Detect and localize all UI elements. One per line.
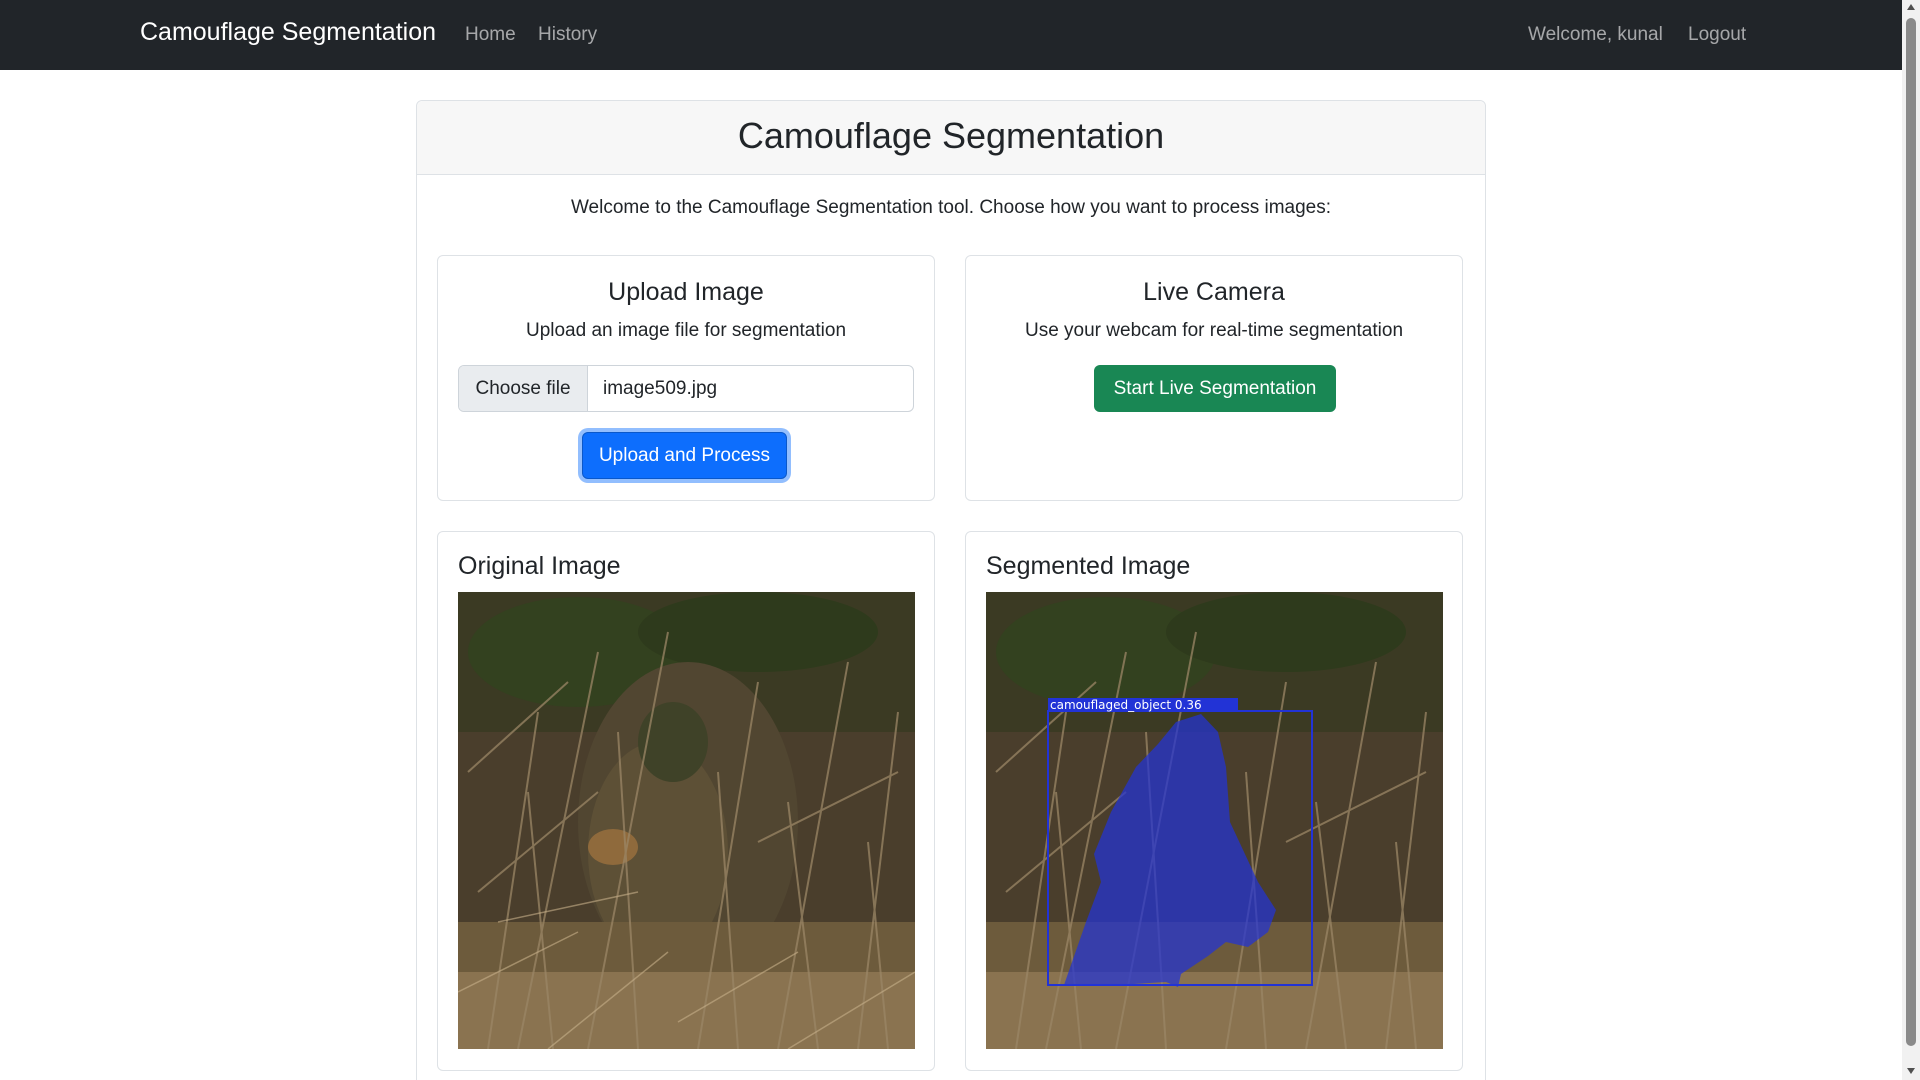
scrollbar-thumb[interactable] <box>1906 18 1916 1046</box>
navbar: Camouflage Segmentation Home History Wel… <box>0 0 1902 70</box>
choose-file-button[interactable]: Choose file <box>459 366 588 411</box>
logout-link[interactable]: Logout <box>1688 24 1746 46</box>
scroll-up-arrow-icon[interactable] <box>1907 4 1915 10</box>
original-image <box>458 592 915 1049</box>
intro-text: Welcome to the Camouflage Segmentation t… <box>570 197 1332 218</box>
original-image-title: Original Image <box>458 552 621 580</box>
upload-card-title: Upload Image <box>608 278 764 306</box>
original-image-card: Original Image <box>437 531 935 1071</box>
navbar-brand[interactable]: Camouflage Segmentation <box>140 18 436 47</box>
nav-link-history[interactable]: History <box>538 24 597 46</box>
live-camera-card: Live Camera Use your webcam for real-tim… <box>965 255 1463 501</box>
start-live-segmentation-button[interactable]: Start Live Segmentation <box>1094 365 1336 412</box>
main-card: Camouflage Segmentation Welcome to the C… <box>416 100 1486 1080</box>
detection-label: camouflaged_object 0.36 <box>1050 698 1202 712</box>
nav-link-home[interactable]: Home <box>465 24 516 46</box>
scroll-down-arrow-icon[interactable] <box>1907 1068 1915 1074</box>
live-card-description: Use your webcam for real-time segmentati… <box>1024 320 1404 341</box>
segmented-image: camouflaged_object 0.36 <box>986 592 1443 1049</box>
main-card-header: Camouflage Segmentation <box>417 101 1485 175</box>
segmented-image-card: Segmented Image camouflaged_object 0.36 <box>965 531 1463 1071</box>
upload-card-description: Upload an image file for segmentation <box>525 320 847 341</box>
welcome-text: Welcome, kunal <box>1528 24 1663 45</box>
segmented-image-title: Segmented Image <box>986 552 1191 580</box>
upload-image-card: Upload Image Upload an image file for se… <box>437 255 935 501</box>
file-input[interactable]: Choose file image509.jpg <box>458 365 914 412</box>
page-scrollbar[interactable] <box>1902 0 1920 1080</box>
live-card-title: Live Camera <box>1143 278 1285 306</box>
page-title: Camouflage Segmentation <box>737 115 1165 156</box>
upload-and-process-button[interactable]: Upload and Process <box>582 432 787 479</box>
selected-file-name: image509.jpg <box>603 378 718 399</box>
